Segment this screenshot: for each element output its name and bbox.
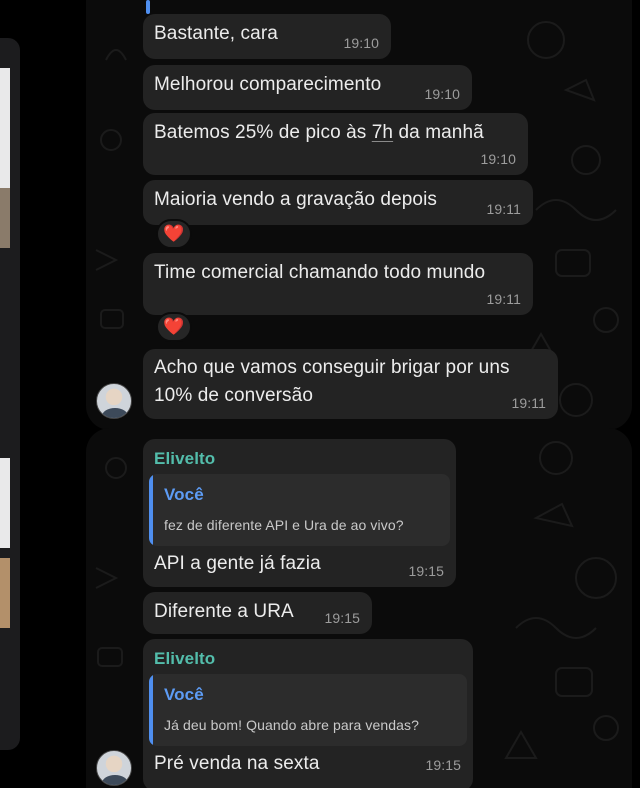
sender-name: Elivelto — [154, 649, 216, 668]
message-text: Time comercial chamando todo mundo — [154, 262, 486, 283]
message-bubble[interactable]: Batemos 25% de pico às 7h da manhã 19:10 — [143, 113, 528, 175]
reply-message-bubble[interactable]: Elivelto Você Já deu bom! Quando abre pa… — [143, 639, 473, 788]
adjacent-screen-edge — [0, 38, 20, 750]
message-bubble[interactable]: Diferente a URA 19:15 — [143, 592, 372, 634]
message-text-line: 10% de conversão — [154, 385, 313, 406]
heart-icon: ❤️ — [163, 317, 185, 336]
heart-icon: ❤️ — [163, 224, 185, 243]
message-text: Batemos 25% de pico às 7h da manhã — [154, 122, 484, 143]
quoted-message[interactable]: Você Já deu bom! Quando abre para vendas… — [149, 674, 467, 746]
chat-panel-bottom[interactable]: Elivelto Você fez de diferente API e Ura… — [86, 428, 632, 788]
message-text: Maioria vendo a gravação depois — [154, 189, 437, 210]
time-link[interactable]: 7h — [372, 122, 393, 143]
quoted-text: fez de diferente API e Ura de ao vivo? — [164, 517, 404, 533]
message-time: 19:11 — [511, 395, 546, 411]
quoted-sender: Você — [164, 685, 204, 704]
message-bubble[interactable]: Time comercial chamando todo mundo 19:11 — [143, 253, 533, 315]
quote-bar — [149, 474, 153, 546]
message-text: Pré venda na sexta — [154, 753, 320, 774]
reply-message-bubble[interactable]: Elivelto Você fez de diferente API e Ura… — [143, 439, 456, 587]
message-time: 19:10 — [343, 35, 379, 51]
message-bubble[interactable]: Acho que vamos conseguir brigar por uns … — [143, 349, 558, 419]
quoted-message[interactable]: Você fez de diferente API e Ura de ao vi… — [149, 474, 450, 546]
sender-name: Elivelto — [154, 449, 216, 468]
message-text-line: Acho que vamos conseguir brigar por uns — [154, 357, 510, 378]
message-time: 19:15 — [324, 610, 360, 626]
message-text: Bastante, cara — [154, 23, 278, 44]
message-text: API a gente já fazia — [154, 553, 321, 574]
contact-avatar[interactable] — [96, 750, 132, 786]
message-bubble[interactable]: Melhorou comparecimento 19:10 — [143, 65, 472, 110]
heart-reaction[interactable]: ❤️ — [156, 312, 192, 342]
heart-reaction[interactable]: ❤️ — [156, 219, 192, 249]
message-time: 19:15 — [408, 563, 444, 579]
message-time: 19:11 — [486, 291, 521, 307]
message-text: Melhorou comparecimento — [154, 74, 382, 95]
chat-panel-top[interactable]: Bastante, cara 19:10 Melhorou comparecim… — [86, 0, 632, 430]
message-time: 19:15 — [425, 757, 461, 773]
message-time: 19:11 — [486, 201, 521, 217]
message-bubble[interactable]: Bastante, cara 19:10 — [143, 14, 391, 59]
contact-avatar[interactable] — [96, 383, 132, 419]
message-time: 19:10 — [424, 86, 460, 102]
message-text: Diferente a URA — [154, 601, 294, 622]
message-bubble[interactable]: Maioria vendo a gravação depois 19:11 — [143, 180, 533, 225]
message-time: 19:10 — [480, 151, 516, 167]
quoted-text: Já deu bom! Quando abre para vendas? — [164, 717, 419, 733]
quote-bar — [149, 674, 153, 746]
previous-quote-edge — [146, 0, 150, 14]
quoted-sender: Você — [164, 485, 204, 504]
